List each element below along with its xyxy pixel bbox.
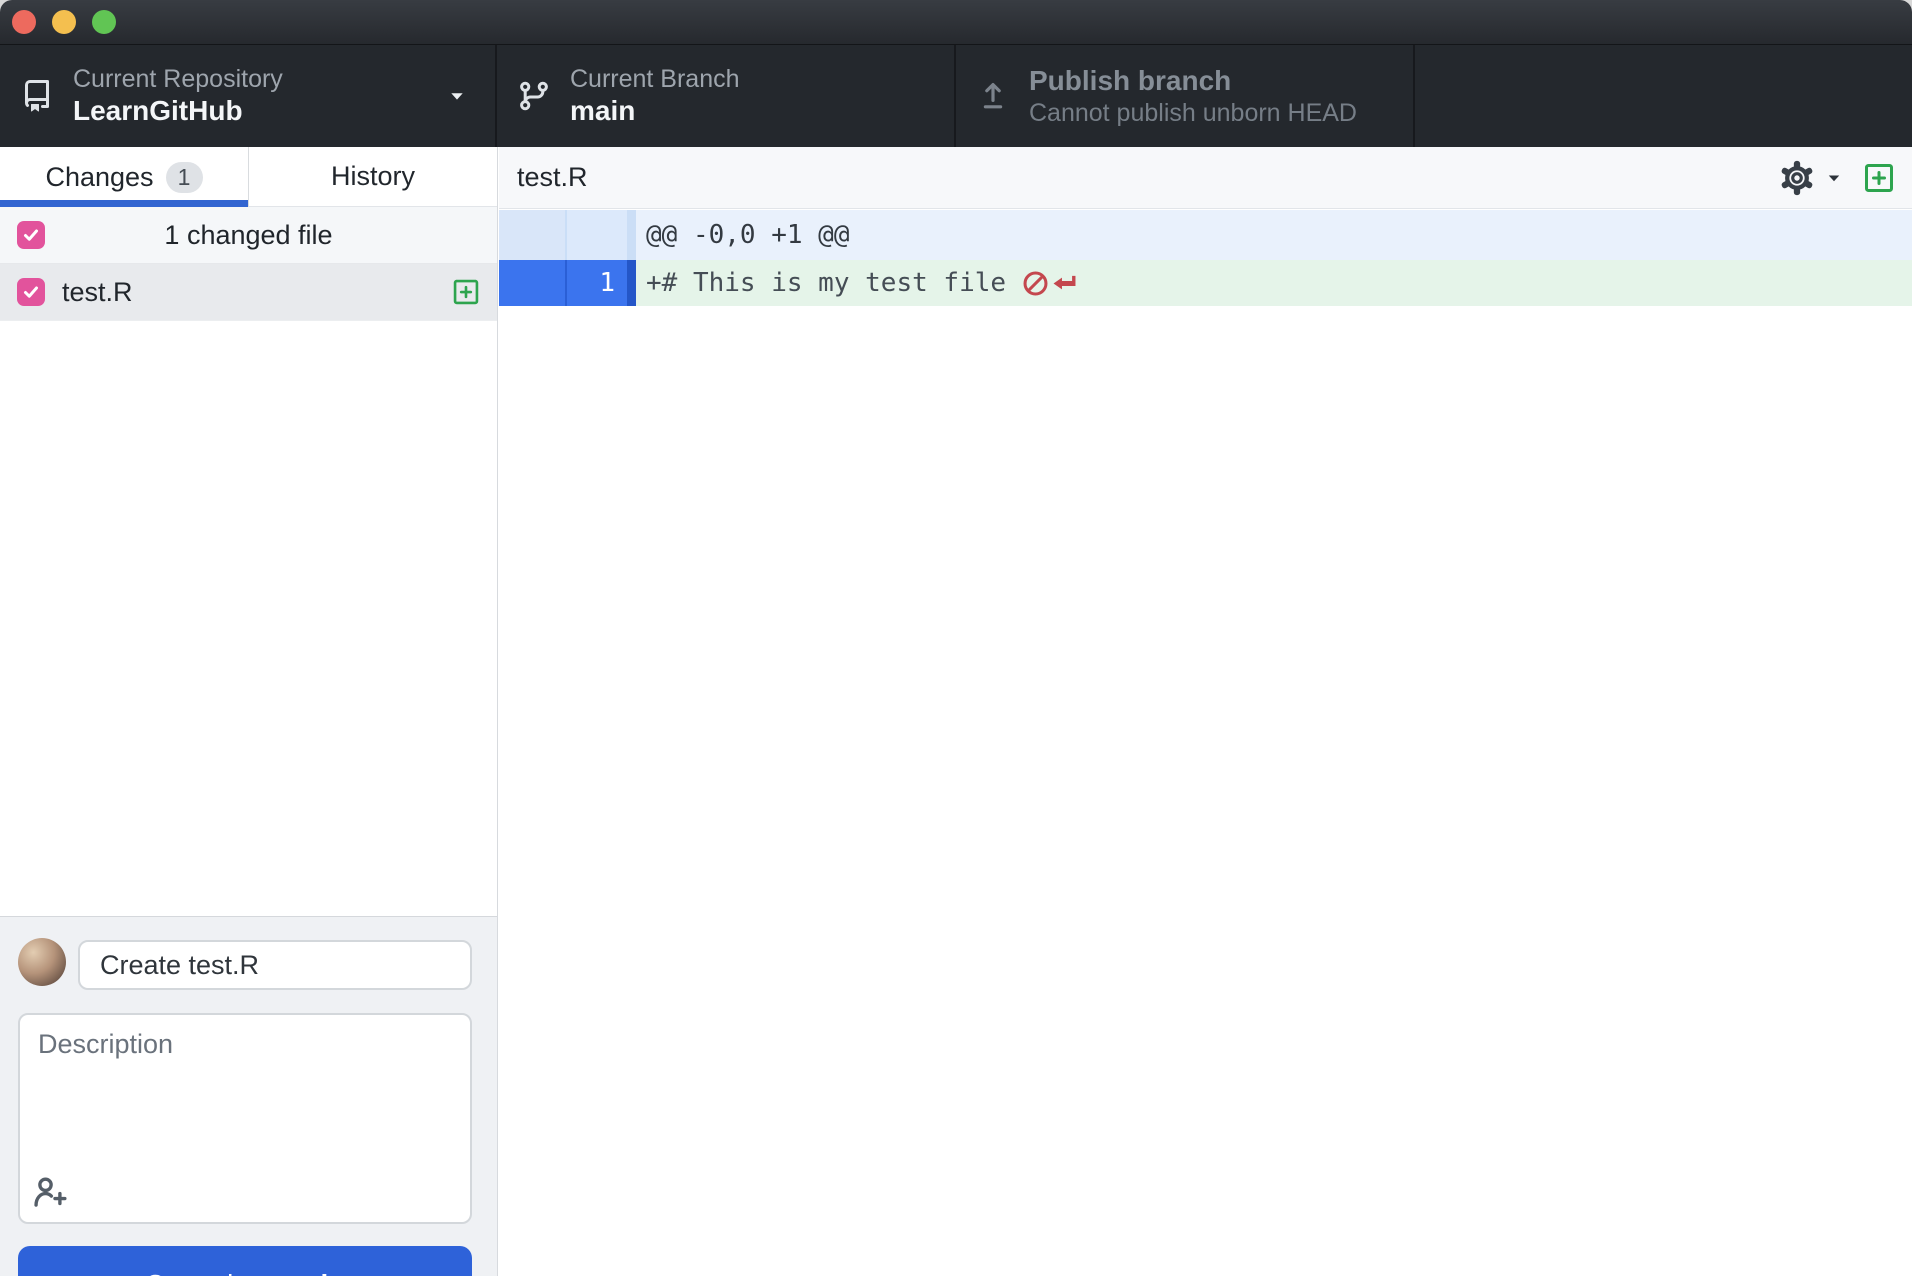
current-repository-dropdown[interactable]: Current Repository LearnGitHub (0, 45, 497, 147)
branch-icon (520, 81, 548, 111)
file-name: test.R (62, 276, 133, 307)
diff-gutter-old (499, 210, 567, 260)
sidebar-tabs: Changes 1 History (0, 147, 497, 207)
tab-history-label: History (330, 161, 415, 191)
diff-file-name: test.R (517, 162, 588, 192)
current-repository-value: LearnGitHub (73, 95, 243, 127)
toolbar: Current Repository LearnGitHub Current B… (0, 45, 1912, 147)
check-icon (24, 286, 38, 298)
diff-view: @@ -0,0 +1 @@ 1 +# This is my test file (499, 210, 1912, 1276)
publish-branch-label: Publish branch (1029, 65, 1232, 97)
publish-branch-subtitle: Cannot publish unborn HEAD (1029, 98, 1357, 127)
no-newline-indicator (1022, 270, 1078, 297)
file-status-added-icon (453, 279, 479, 305)
commit-button-prefix: Commit to (145, 1269, 273, 1276)
return-arrow-icon (1053, 275, 1076, 289)
sidebar: Changes 1 History 1 changed file test.R (0, 147, 498, 1276)
avatar (18, 938, 66, 986)
commit-button[interactable]: Commit to main (18, 1246, 472, 1276)
diff-line-number[interactable]: 1 (567, 260, 627, 306)
upload-icon (983, 83, 1003, 109)
tab-history[interactable]: History (248, 147, 497, 207)
tab-changes[interactable]: Changes 1 (0, 147, 248, 207)
diff-gutter-new (567, 210, 627, 260)
hunk-header-text: @@ -0,0 +1 @@ (646, 220, 850, 250)
diff-line-added: 1 +# This is my test file (499, 260, 1912, 306)
commit-button-branch: main (280, 1269, 345, 1276)
diff-gutter-edge (627, 260, 636, 306)
commit-description-textarea[interactable] (20, 1015, 470, 1222)
chevron-down-icon[interactable] (1823, 167, 1845, 189)
commit-description-box (18, 1013, 472, 1224)
zoom-button[interactable] (92, 10, 116, 34)
diff-line-gutter-old[interactable] (499, 260, 567, 306)
file-list-empty-area (0, 321, 497, 916)
gear-icon[interactable] (1779, 160, 1815, 196)
commit-summary-input[interactable] (78, 940, 472, 990)
changes-count-badge: 1 (165, 161, 203, 193)
add-coauthor-icon[interactable] (32, 1174, 68, 1210)
chevron-down-icon (451, 93, 463, 100)
minimize-button[interactable] (52, 10, 76, 34)
toolbar-empty-area (1415, 45, 1912, 147)
current-repository-label: Current Repository (73, 65, 283, 94)
current-branch-value: main (570, 95, 636, 127)
diff-line-text: +# This is my test file (646, 268, 1007, 298)
diff-gutter-edge (627, 210, 636, 260)
file-checkbox[interactable] (17, 278, 45, 306)
current-branch-dropdown[interactable]: Current Branch main (497, 45, 956, 147)
diff-header: test.R (499, 147, 1912, 209)
changed-files-header-row: 1 changed file (0, 207, 497, 264)
publish-branch-button[interactable]: Publish branch Cannot publish unborn HEA… (956, 45, 1415, 147)
tab-changes-label: Changes (45, 161, 154, 192)
file-row-test-r[interactable]: test.R (0, 264, 497, 321)
current-branch-label: Current Branch (570, 65, 740, 94)
repo-icon (24, 80, 49, 112)
diff-status-added-icon (1865, 163, 1893, 192)
titlebar (0, 0, 1912, 45)
commit-panel: Commit to main (0, 916, 497, 1276)
close-button[interactable] (12, 10, 36, 34)
app-window: Current Repository LearnGitHub Current B… (0, 0, 1912, 1276)
circle-slash-icon (1023, 271, 1048, 295)
diff-hunk-header-row: @@ -0,0 +1 @@ (499, 210, 1912, 260)
changed-files-summary: 1 changed file (164, 219, 333, 250)
